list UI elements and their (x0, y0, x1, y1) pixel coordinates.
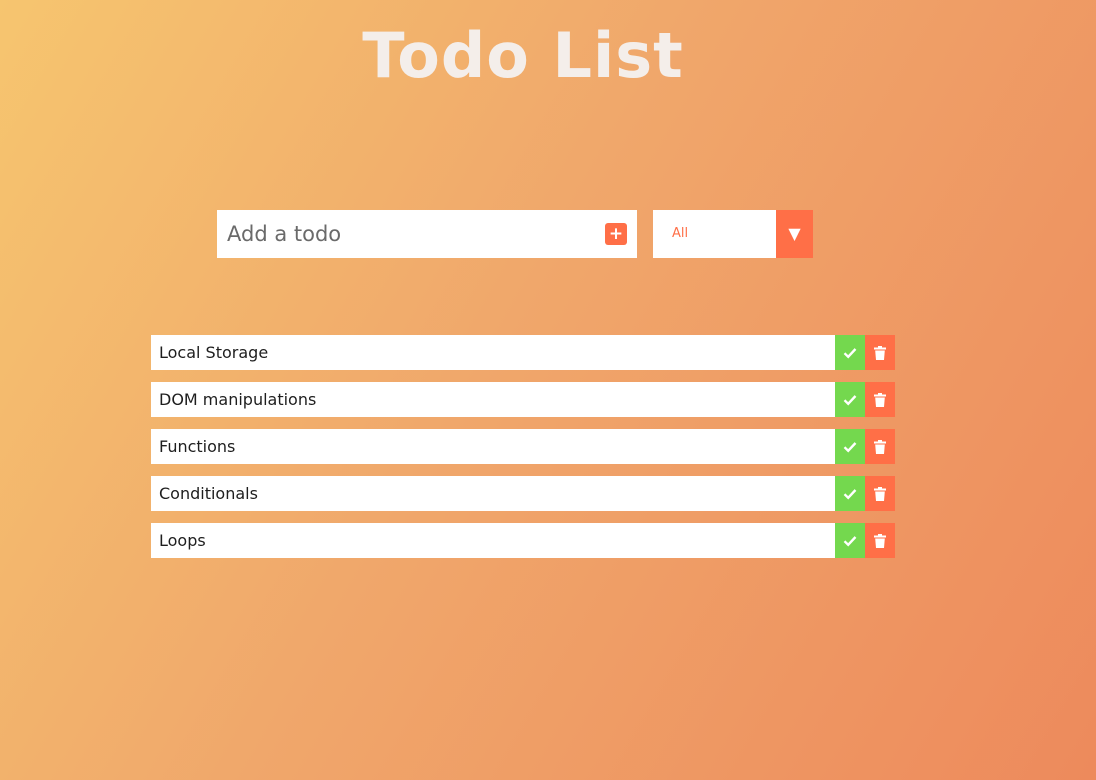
complete-button[interactable] (835, 335, 865, 370)
delete-button[interactable] (865, 523, 895, 558)
trash-icon (874, 392, 886, 407)
complete-button[interactable] (835, 476, 865, 511)
add-todo-button[interactable]: + (605, 223, 627, 245)
filter-selected-value: All (672, 226, 689, 241)
plus-square-icon: + (608, 224, 624, 244)
filter-select[interactable]: All ▼ (653, 210, 813, 258)
complete-button[interactable] (835, 429, 865, 464)
todo-text: DOM manipulations (159, 390, 317, 409)
check-icon (843, 441, 857, 453)
todo-list: Local Storage DOM manipulations Function… (151, 335, 895, 570)
delete-button[interactable] (865, 382, 895, 417)
todo-item: Local Storage (151, 335, 895, 370)
delete-button[interactable] (865, 429, 895, 464)
todo-text: Conditionals (159, 484, 258, 503)
check-icon (843, 394, 857, 406)
trash-icon (874, 345, 886, 360)
todo-item: Functions (151, 429, 895, 464)
todo-text: Functions (159, 437, 236, 456)
complete-button[interactable] (835, 382, 865, 417)
complete-button[interactable] (835, 523, 865, 558)
check-icon (843, 535, 857, 547)
delete-button[interactable] (865, 476, 895, 511)
todo-text: Loops (159, 531, 206, 550)
trash-icon (874, 486, 886, 501)
todo-text: Local Storage (159, 343, 269, 362)
check-icon (843, 488, 857, 500)
todo-item: DOM manipulations (151, 382, 895, 417)
check-icon (843, 347, 857, 359)
todo-item: Conditionals (151, 476, 895, 511)
trash-icon (874, 533, 886, 548)
todo-item: Loops (151, 523, 895, 558)
add-todo-input[interactable] (217, 210, 605, 258)
caret-down-icon[interactable]: ▼ (776, 210, 813, 258)
delete-button[interactable] (865, 335, 895, 370)
page-title: Todo List (362, 19, 684, 92)
add-todo-form: + (217, 210, 637, 258)
trash-icon (874, 439, 886, 454)
